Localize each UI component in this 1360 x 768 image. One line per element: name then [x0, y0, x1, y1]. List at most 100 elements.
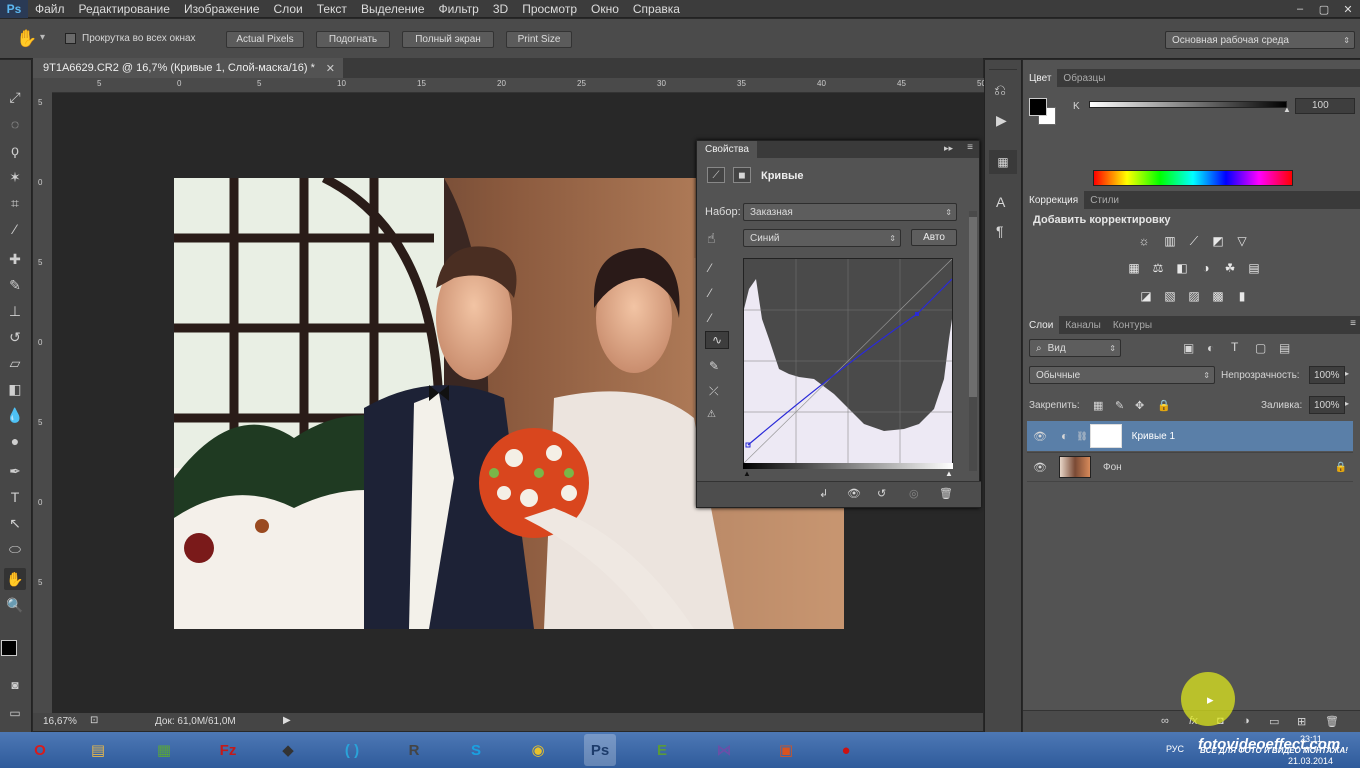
- stamp-tool-icon[interactable]: ⊥: [4, 300, 26, 322]
- dock-grip[interactable]: [989, 60, 1017, 70]
- tool-preset-chevron-icon[interactable]: ▾: [40, 32, 45, 43]
- lock-position-icon[interactable]: ✥: [1135, 399, 1144, 412]
- close-tab-icon[interactable]: ✕: [326, 62, 335, 75]
- fill-field[interactable]: 100%: [1309, 396, 1345, 414]
- menu-window[interactable]: Окно: [584, 2, 626, 16]
- menu-help[interactable]: Справка: [626, 2, 687, 16]
- channel-mixer-icon[interactable]: ☘: [1221, 260, 1239, 276]
- skype-icon[interactable]: S: [460, 734, 492, 766]
- opacity-dropdown-icon[interactable]: ▸: [1345, 369, 1349, 378]
- explorer-icon[interactable]: ▤: [82, 734, 114, 766]
- layer-name[interactable]: Кривые 1: [1132, 431, 1175, 442]
- tab-layers[interactable]: Слои: [1023, 316, 1060, 334]
- k-value-field[interactable]: 100: [1295, 98, 1355, 114]
- path-select-icon[interactable]: ↖: [4, 512, 26, 534]
- clipping-warning-icon[interactable]: ⚠: [707, 409, 716, 420]
- pencil-draw-icon[interactable]: ✎: [709, 359, 719, 373]
- new-adjustment-icon[interactable]: ◑: [1243, 715, 1250, 727]
- dodge-tool-icon[interactable]: ●: [4, 430, 26, 452]
- auto-button[interactable]: Авто: [911, 229, 957, 246]
- photoshop-icon[interactable]: Ps: [584, 734, 616, 766]
- menu-filter[interactable]: Фильтр: [432, 2, 486, 16]
- foreground-color-swatch[interactable]: [1, 640, 17, 656]
- layer-mask-thumbnail[interactable]: [1089, 424, 1122, 448]
- status-menu-arrow-icon[interactable]: ▶: [283, 715, 291, 726]
- filter-type-icon[interactable]: T: [1231, 340, 1238, 354]
- exposure-icon[interactable]: ◩: [1209, 233, 1227, 249]
- layers-menu-icon[interactable]: ≡: [1350, 318, 1356, 329]
- print-size-button[interactable]: Print Size: [506, 31, 572, 48]
- lasso-tool-icon[interactable]: ϙ: [4, 139, 26, 161]
- gradient-tool-icon[interactable]: ◧: [4, 378, 26, 400]
- color-balance-icon[interactable]: ⚖: [1149, 260, 1167, 276]
- view-previous-icon[interactable]: 👁: [847, 487, 861, 500]
- scroll-all-checkbox[interactable]: [65, 33, 76, 44]
- r-app-icon[interactable]: R: [398, 734, 430, 766]
- clip-to-layer-icon[interactable]: ↲: [819, 487, 828, 500]
- gray-point-eyedropper-icon[interactable]: ⁄: [709, 286, 711, 300]
- hue-saturation-icon[interactable]: ▦: [1125, 260, 1143, 276]
- channel-select[interactable]: Синий ⇕: [743, 229, 901, 247]
- threshold-icon[interactable]: ▨: [1185, 288, 1203, 304]
- color-foreground-swatch[interactable]: [1029, 98, 1047, 116]
- invert-icon[interactable]: ◪: [1137, 288, 1155, 304]
- layer-filter-select[interactable]: ⌕ Вид ⇕: [1029, 339, 1121, 357]
- vs-icon[interactable]: ⋈: [708, 734, 740, 766]
- menu-file[interactable]: Файл: [28, 2, 72, 16]
- workspace-select[interactable]: Основная рабочая среда ⇕: [1165, 31, 1355, 49]
- menu-type[interactable]: Текст: [310, 2, 354, 16]
- layer-row-curves[interactable]: 👁 ◐ ⛓ Кривые 1: [1027, 421, 1353, 451]
- color-lookup-icon[interactable]: ▤: [1245, 260, 1263, 276]
- menu-view[interactable]: Просмотр: [515, 2, 584, 16]
- character-panel-icon[interactable]: A: [996, 194, 1005, 210]
- posterize-icon[interactable]: ▧: [1161, 288, 1179, 304]
- export-icon[interactable]: ⊡: [90, 715, 98, 726]
- marquee-tool-icon[interactable]: ◌: [4, 113, 26, 135]
- brush-tool-icon[interactable]: ✎: [4, 274, 26, 296]
- filter-smart-icon[interactable]: ▤: [1279, 341, 1290, 355]
- blur-tool-icon[interactable]: 💧: [4, 404, 26, 426]
- menu-edit[interactable]: Редактирование: [72, 2, 177, 16]
- evernote-icon[interactable]: E: [646, 734, 678, 766]
- white-slider-handle[interactable]: ▲: [945, 469, 953, 478]
- photo-filter-icon[interactable]: ◑: [1197, 260, 1215, 276]
- k-slider-handle[interactable]: ▲: [1283, 105, 1291, 114]
- color-spectrum-bar[interactable]: [1093, 170, 1293, 186]
- magic-wand-icon[interactable]: ✶: [4, 166, 26, 188]
- close-button[interactable]: ✕: [1336, 0, 1360, 18]
- properties-scrollbar[interactable]: [969, 211, 977, 471]
- full-screen-button[interactable]: Полный экран: [402, 31, 494, 48]
- selective-color-icon[interactable]: ▩: [1209, 288, 1227, 304]
- preset-select[interactable]: Заказная ⇕: [743, 203, 957, 221]
- link-chain-icon[interactable]: ⛓: [1076, 431, 1087, 442]
- brackets-icon[interactable]: ( ): [336, 734, 368, 766]
- paragraph-panel-icon[interactable]: ¶: [996, 223, 1004, 239]
- menu-image[interactable]: Изображение: [177, 2, 267, 16]
- healing-brush-icon[interactable]: ✚: [4, 248, 26, 270]
- menu-select[interactable]: Выделение: [354, 2, 432, 16]
- record-icon[interactable]: ●: [830, 734, 862, 766]
- visibility-eye-icon[interactable]: 👁: [1033, 430, 1047, 443]
- actions-panel-icon[interactable]: ▶: [996, 112, 1007, 129]
- slides-icon[interactable]: ▣: [770, 734, 802, 766]
- menu-layers[interactable]: Слои: [267, 2, 310, 16]
- fill-dropdown-icon[interactable]: ▸: [1345, 399, 1349, 408]
- curves-graph[interactable]: [743, 258, 953, 464]
- levels-icon[interactable]: ▥: [1161, 233, 1179, 249]
- black-slider-handle[interactable]: ▲: [743, 469, 751, 478]
- black-white-icon[interactable]: ◧: [1173, 260, 1191, 276]
- new-group-icon[interactable]: ▭: [1269, 715, 1279, 728]
- brightness-icon[interactable]: ☼: [1135, 233, 1153, 249]
- target-adjust-icon[interactable]: ☝: [707, 230, 716, 247]
- history-brush-icon[interactable]: ↺: [4, 326, 26, 348]
- zoom-tool-icon[interactable]: 🔍: [4, 594, 26, 616]
- quick-mask-icon[interactable]: ◙: [4, 674, 26, 696]
- tab-swatches[interactable]: Образцы: [1057, 69, 1111, 87]
- hand-tool-icon[interactable]: ✋: [4, 568, 26, 590]
- shape-tool-icon[interactable]: ⬭: [4, 538, 26, 560]
- panel-menu-icon[interactable]: ≡: [967, 142, 973, 153]
- filter-adjustment-icon[interactable]: ◐: [1207, 341, 1214, 355]
- smooth-icon[interactable]: ⤫: [709, 384, 719, 399]
- zoom-readout[interactable]: 16,67%: [43, 716, 77, 727]
- link-layers-icon[interactable]: ∞: [1161, 715, 1169, 727]
